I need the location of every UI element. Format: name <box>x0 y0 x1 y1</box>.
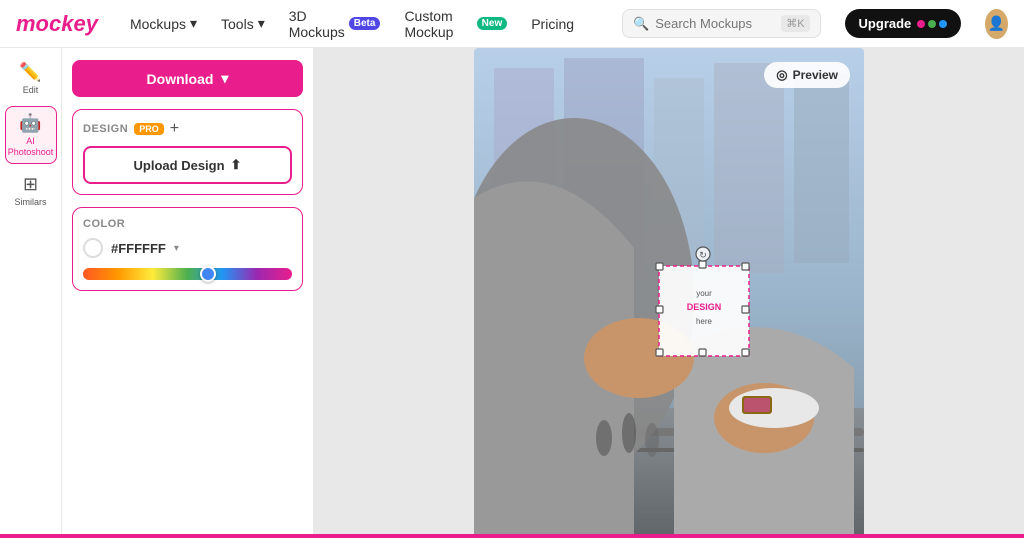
color-hex-value: #FFFFFF <box>111 241 166 256</box>
new-badge: New <box>477 17 508 30</box>
color-gradient-handle[interactable] <box>200 266 216 282</box>
chevron-down-icon <box>190 15 197 32</box>
search-input[interactable] <box>655 16 775 31</box>
panel: Download DESIGN PRO + Upload Design ⬆ CO… <box>62 48 314 538</box>
pro-badge: PRO <box>134 123 164 135</box>
sidebar-item-ai-photoshoot[interactable]: 🤖 AI Photoshoot <box>5 106 57 165</box>
svg-text:DESIGN: DESIGN <box>687 302 722 312</box>
upload-design-button[interactable]: Upload Design ⬆ <box>83 146 292 184</box>
svg-text:↻: ↻ <box>699 250 707 260</box>
nav-item-tools[interactable]: Tools <box>221 15 265 32</box>
color-section: COLOR #FFFFFF ▾ <box>72 207 303 291</box>
preview-image-container: your DESIGN here ↻ <box>474 48 864 538</box>
add-design-button[interactable]: + <box>170 120 179 138</box>
design-section: DESIGN PRO + Upload Design ⬆ <box>72 109 303 195</box>
preview-badge[interactable]: ◎ Preview <box>764 62 850 88</box>
sidebar: ✏️ Edit 🤖 AI Photoshoot ⊞ Similars <box>0 48 62 538</box>
sidebar-item-similars[interactable]: ⊞ Similars <box>5 168 57 214</box>
nav-item-mockups[interactable]: Mockups <box>130 15 197 32</box>
main-layout: ✏️ Edit 🤖 AI Photoshoot ⊞ Similars Downl… <box>0 48 1024 538</box>
sidebar-item-edit[interactable]: ✏️ Edit <box>5 56 57 102</box>
avatar[interactable]: 👤 <box>985 9 1008 39</box>
upload-icon: ⬆ <box>231 157 242 173</box>
beta-badge: Beta <box>349 17 381 30</box>
download-button[interactable]: Download <box>72 60 303 97</box>
preview-photo-svg: your DESIGN here ↻ <box>474 48 864 538</box>
logo[interactable]: mockey <box>16 11 98 37</box>
similars-icon: ⊞ <box>23 174 38 195</box>
upgrade-button[interactable]: Upgrade <box>845 9 962 38</box>
color-circle[interactable] <box>83 238 103 258</box>
eye-icon: ◎ <box>776 67 787 83</box>
download-chevron-icon <box>221 70 228 87</box>
svg-text:your: your <box>696 289 712 298</box>
nav-item-pricing[interactable]: Pricing <box>531 16 574 32</box>
chevron-down-icon <box>258 15 265 32</box>
upgrade-dots <box>917 20 947 28</box>
color-section-title: COLOR <box>83 218 292 230</box>
search-icon: 🔍 <box>633 16 649 32</box>
color-gradient-slider[interactable] <box>83 268 292 280</box>
design-section-header: DESIGN PRO + <box>83 120 292 138</box>
nav-item-custom-mockup[interactable]: Custom Mockup New <box>404 8 507 40</box>
nav-item-3d-mockups[interactable]: 3D Mockups Beta <box>289 8 381 40</box>
edit-icon: ✏️ <box>19 62 41 83</box>
color-chevron-icon: ▾ <box>174 243 179 254</box>
color-picker-row[interactable]: #FFFFFF ▾ <box>83 238 292 258</box>
preview-area: your DESIGN here ↻ <box>314 48 1024 538</box>
search-shortcut: ⌘K <box>781 15 809 32</box>
svg-text:here: here <box>696 317 713 326</box>
search-bar[interactable]: 🔍 ⌘K <box>622 9 821 38</box>
bottom-bar <box>0 534 1024 538</box>
header: mockey Mockups Tools 3D Mockups Beta Cus… <box>0 0 1024 48</box>
ai-photoshoot-icon: 🤖 <box>19 113 41 134</box>
